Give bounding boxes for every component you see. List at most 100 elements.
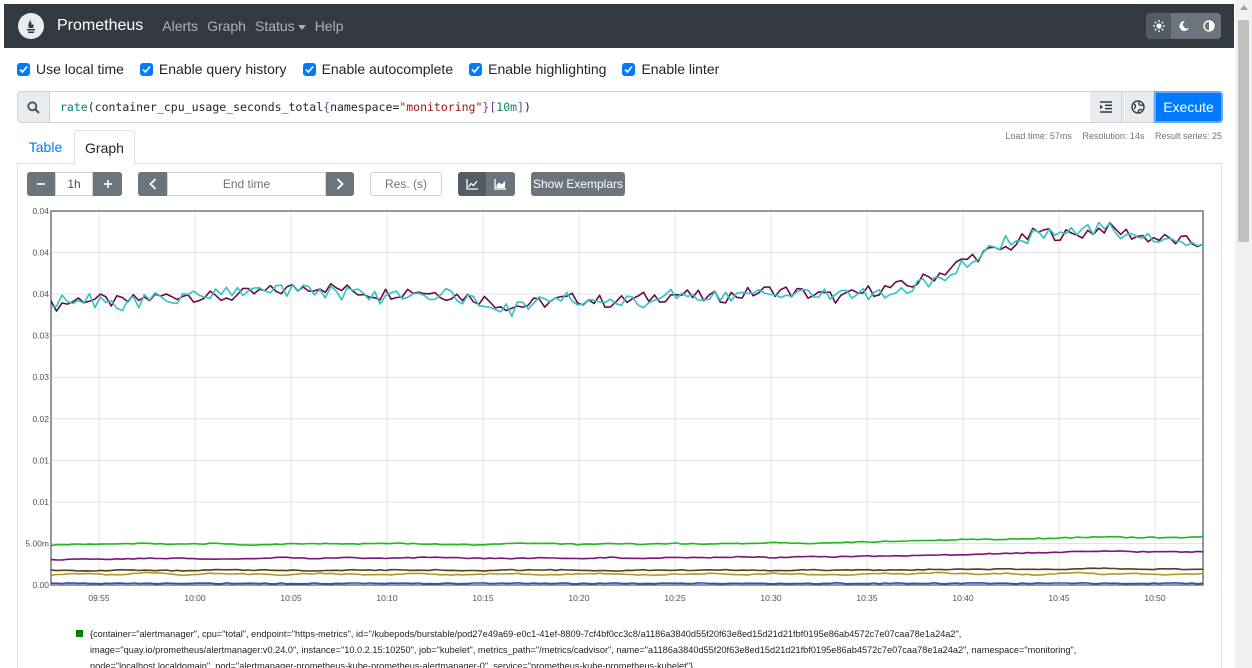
x-tick-label: 10:25: [664, 593, 686, 603]
line-chart-icon: [465, 178, 478, 190]
option-enable-highlighting[interactable]: Enable highlighting: [469, 61, 606, 77]
option-enable-autocomplete[interactable]: Enable autocomplete: [302, 61, 454, 77]
series-line-2: [50, 535, 1204, 547]
y-tick-label: 0.01: [32, 455, 49, 465]
x-tick-label: 10:30: [760, 593, 782, 603]
format-expression-button[interactable]: [1090, 91, 1122, 123]
theme-switcher: [1146, 13, 1221, 39]
contrast-icon[interactable]: [1196, 13, 1221, 39]
sun-icon[interactable]: [1146, 13, 1171, 39]
series-line-5: [50, 571, 1204, 577]
option-label: Enable autocomplete: [321, 61, 454, 77]
series-line-4: [50, 567, 1204, 572]
chevron-right-icon: [336, 178, 344, 190]
legend-line-1: {container="alertmanager", cpu="total", …: [90, 629, 962, 639]
expression-input[interactable]: rate(container_cpu_usage_seconds_total{n…: [50, 91, 1090, 123]
increase-range-button[interactable]: [93, 172, 122, 196]
legend-line-3: node="localhost.localdomain", pod="alert…: [90, 661, 694, 668]
options-row: Use local time Enable query history Enab…: [17, 60, 735, 78]
option-label: Enable highlighting: [488, 61, 607, 77]
nav-graph[interactable]: Graph: [207, 18, 246, 34]
x-tick-label: 10:35: [856, 593, 878, 603]
x-tick-label: 10:45: [1048, 593, 1070, 603]
option-enable-linter[interactable]: Enable linter: [622, 61, 719, 77]
checkbox-checked-icon[interactable]: [302, 62, 316, 76]
nav-status-label: Status: [254, 18, 295, 34]
metrics-explorer-button[interactable]: [1122, 91, 1154, 123]
y-tick-label: 0.04: [32, 248, 49, 258]
resolution: Resolution: 14s: [1082, 131, 1145, 141]
legend: {container="alertmanager", cpu="total", …: [76, 626, 1226, 668]
x-tick-label: 10:15: [472, 593, 494, 603]
y-tick-label: 0.00: [32, 580, 49, 590]
show-exemplars-button[interactable]: Show Exemplars: [531, 172, 625, 196]
y-tick-label: 0.04: [32, 289, 49, 299]
tab-graph[interactable]: Graph: [74, 130, 135, 165]
query-label-value: "monitoring": [399, 100, 483, 114]
y-tick-label: 0.02: [32, 414, 49, 424]
decrease-range-button[interactable]: [27, 172, 55, 196]
stacked-chart-button[interactable]: [486, 172, 515, 196]
scroll-up-arrow-icon[interactable]: [1240, 5, 1248, 10]
time-series-chart[interactable]: 0.04 0.04 0.04 0.03 0.03 0.02 0.01 0.01 5.00m 0.0…: [26, 203, 1211, 608]
search-icon: [17, 91, 50, 123]
y-tick-label: 5.00m: [26, 538, 49, 548]
query-metric: container_cpu_usage_seconds_total: [94, 100, 324, 114]
legend-line-2: image="quay.io/prometheus/alertmanager:v…: [90, 645, 1077, 655]
result-series: Result series: 25: [1154, 131, 1222, 141]
minus-icon: [37, 183, 45, 185]
query-function: rate: [60, 100, 88, 114]
legend-item[interactable]: {container="alertmanager", cpu="total", …: [76, 626, 1226, 668]
query-range: 10m: [496, 100, 518, 114]
legend-swatch: [76, 630, 83, 637]
execute-button[interactable]: Execute: [1154, 91, 1223, 123]
range-input[interactable]: 1h: [55, 172, 93, 196]
checkbox-checked-icon[interactable]: [139, 62, 153, 76]
option-enable-query-history[interactable]: Enable query history: [139, 61, 287, 77]
chevron-left-icon: [148, 178, 156, 190]
checkbox-checked-icon[interactable]: [622, 62, 636, 76]
query-stats: Load time: 57ms Resolution: 14s Result s…: [997, 131, 1222, 141]
previous-time-button[interactable]: [138, 172, 167, 196]
navbar: Prometheus Alerts Graph Status Help: [4, 4, 1234, 48]
plus-icon: [103, 180, 112, 188]
series-line-6: [51, 581, 1204, 585]
option-use-local-time[interactable]: Use local time: [17, 61, 124, 77]
x-tick-label: 10:50: [1144, 593, 1166, 603]
y-tick-label: 0.01: [32, 497, 49, 507]
y-tick-label: 0.03: [32, 331, 49, 341]
moon-icon[interactable]: [1171, 13, 1196, 39]
end-time-input[interactable]: End time: [167, 172, 326, 196]
x-tick-label: 10:40: [952, 593, 974, 603]
globe-icon: [1130, 100, 1145, 114]
y-tick-label: 0.03: [32, 372, 49, 382]
x-tick-label: 10:00: [184, 593, 206, 603]
query-label-name: namespace: [330, 100, 393, 114]
scroll-thumb[interactable]: [1238, 20, 1249, 242]
checkbox-checked-icon[interactable]: [17, 62, 30, 76]
x-tick-label: 10:20: [568, 593, 590, 603]
x-tick-label: 10:10: [376, 593, 398, 603]
option-label: Use local time: [36, 61, 124, 77]
page-scrollbar[interactable]: [1235, 0, 1252, 668]
prometheus-logo-icon[interactable]: [18, 13, 44, 39]
plot-frame: [50, 210, 1204, 586]
area-chart-icon: [494, 178, 506, 190]
y-tick-label: 0.04: [32, 206, 49, 216]
nav-status[interactable]: Status: [255, 18, 306, 34]
checkbox-checked-icon[interactable]: [469, 62, 483, 76]
x-tick-label: 10:05: [280, 593, 302, 603]
indent-icon: [1099, 101, 1112, 113]
next-time-button[interactable]: [326, 172, 354, 196]
caret-down-icon: [297, 24, 306, 30]
brand-title[interactable]: Prometheus: [57, 17, 143, 35]
nav-alerts[interactable]: Alerts: [162, 18, 198, 34]
resolution-input[interactable]: Res. (s): [370, 172, 442, 196]
option-label: Enable query history: [158, 61, 287, 77]
load-time: Load time: 57ms: [1005, 131, 1072, 141]
expression-bar: rate(container_cpu_usage_seconds_total{n…: [17, 91, 1223, 123]
line-chart-button[interactable]: [458, 172, 486, 196]
prometheus-page: Prometheus Alerts Graph Status Help Use …: [0, 0, 1252, 668]
nav-help[interactable]: Help: [315, 18, 344, 34]
tab-table[interactable]: Table: [17, 130, 74, 164]
